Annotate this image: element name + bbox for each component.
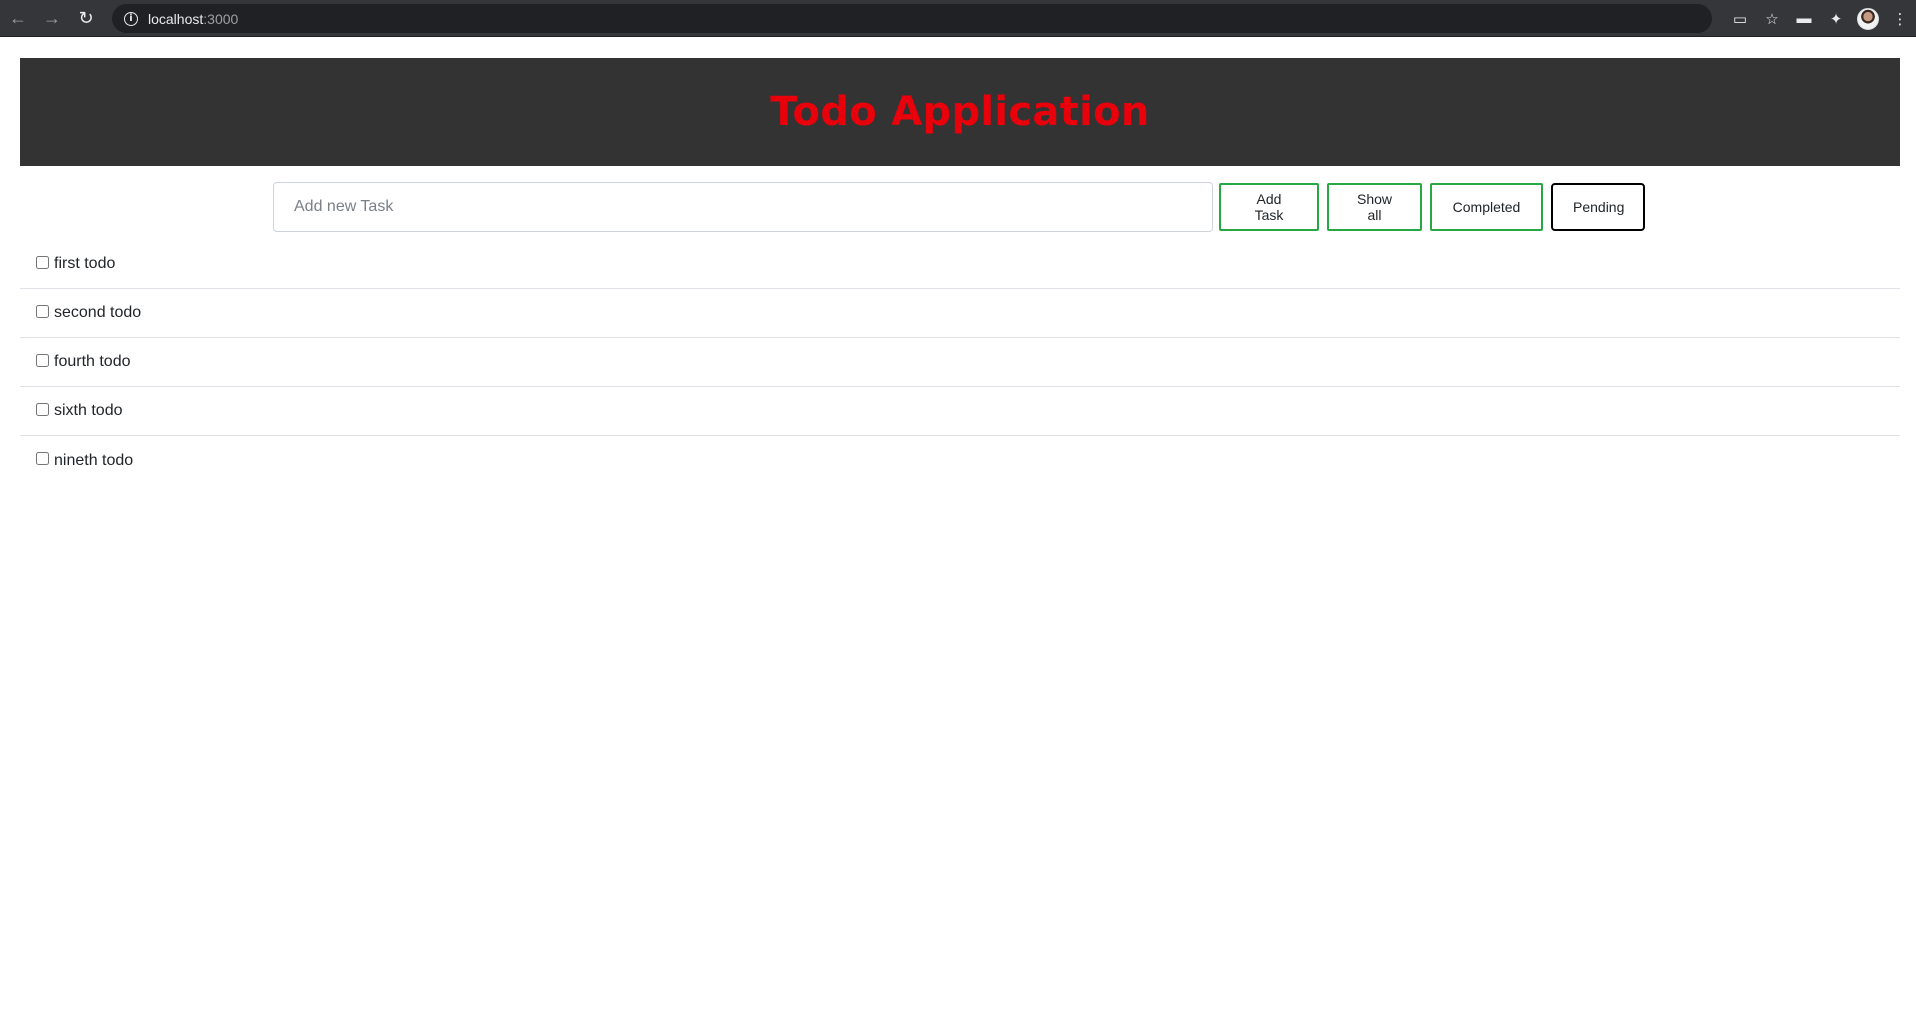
pending-filter-button[interactable]: Pending [1551,183,1645,231]
todo-checkbox[interactable] [36,402,49,416]
back-arrow-icon[interactable]: ← [2,2,34,34]
todo-item: first todo [20,240,1900,289]
browser-toolbar: ← → ↻ i localhost:3000 ▭ ☆ ▬ ✦ ⋮ [0,0,1916,37]
todo-checkbox[interactable] [36,353,49,367]
todo-text: second todo [54,304,142,321]
completed-filter-button[interactable]: Completed [1430,183,1543,231]
todo-item: sixth todo [20,387,1900,436]
add-task-button[interactable]: Add Task [1219,183,1319,231]
more-menu-icon[interactable]: ⋮ [1884,3,1916,35]
extensions-puzzle-icon[interactable]: ✦ [1820,3,1852,35]
profile-avatar-button[interactable] [1852,3,1884,35]
site-info-icon[interactable]: i [124,11,138,26]
todo-list: first todo second todo fourth todo sixth… [20,240,1900,485]
avatar [1857,7,1879,30]
todo-checkbox[interactable] [36,452,49,465]
app-header: Todo Application [20,58,1900,166]
address-bar[interactable]: i localhost:3000 [112,4,1712,33]
forward-arrow-icon[interactable]: → [36,2,68,34]
url-port: :3000 [203,10,239,27]
reload-icon[interactable]: ↻ [70,2,102,34]
todo-text: nineth todo [54,451,134,469]
page-title: Todo Application [770,89,1150,135]
todo-item: second todo [20,289,1900,338]
extension-bar-icon[interactable]: ▬ [1788,3,1820,35]
url-host: localhost [148,10,204,27]
todo-text: first todo [54,255,116,272]
todo-text: fourth todo [54,353,131,370]
cast-icon[interactable]: ▭ [1724,3,1756,35]
todo-text: sixth todo [54,402,123,419]
todo-checkbox[interactable] [36,255,49,269]
todo-checkbox[interactable] [36,304,49,318]
bookmark-star-icon[interactable]: ☆ [1756,3,1788,35]
todo-item: nineth todo [20,436,1900,485]
task-controls: Add Task Show all Completed Pending [273,182,1645,232]
todo-item: fourth todo [20,338,1900,387]
add-task-input[interactable] [273,182,1213,232]
show-all-button[interactable]: Show all [1327,183,1422,231]
